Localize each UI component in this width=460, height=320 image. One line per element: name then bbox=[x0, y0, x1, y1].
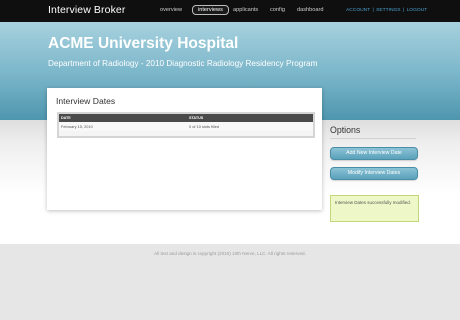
status-cell: 0 of 10 slots filled bbox=[187, 122, 313, 131]
success-notice: Interview Dates successfully modified. bbox=[330, 195, 419, 222]
account-separator: | bbox=[372, 8, 374, 13]
column-header-date: DATE bbox=[59, 114, 187, 122]
add-interview-date-button[interactable]: Add New Interview Date bbox=[330, 147, 418, 160]
account-link[interactable]: ACCOUNT bbox=[346, 8, 370, 13]
brand-logo[interactable]: Interview Broker bbox=[48, 4, 125, 16]
column-header-status: STATUS bbox=[187, 114, 313, 122]
footer: All text and design is copyright (2010) … bbox=[0, 244, 460, 320]
page-subtitle: Department of Radiology - 2010 Diagnosti… bbox=[48, 59, 318, 68]
panel-title: Interview Dates bbox=[56, 96, 116, 106]
table-header-row: DATE STATUS bbox=[59, 114, 313, 122]
nav-dashboard[interactable]: dashboard bbox=[297, 7, 323, 13]
nav-applicants[interactable]: applicants bbox=[233, 7, 258, 13]
settings-link[interactable]: SETTINGS bbox=[376, 8, 400, 13]
logout-link[interactable]: LOGOUT bbox=[407, 8, 428, 13]
top-navigation-bar: Interview Broker overview interviews app… bbox=[0, 0, 460, 22]
page-title: ACME University Hospital bbox=[48, 35, 239, 52]
nav-config[interactable]: config bbox=[270, 7, 285, 13]
nav-overview[interactable]: overview bbox=[160, 7, 182, 13]
interview-dates-panel: Interview Dates DATE STATUS February 15,… bbox=[47, 88, 322, 210]
date-cell[interactable]: February 15, 2010 bbox=[59, 122, 187, 131]
modify-interview-dates-button[interactable]: Modify Interview Dates bbox=[330, 167, 418, 180]
options-heading: Options bbox=[330, 125, 361, 135]
table-row[interactable]: February 15, 2010 0 of 10 slots filled bbox=[59, 122, 313, 131]
nav-interviews[interactable]: interviews bbox=[192, 5, 229, 15]
interview-dates-table: DATE STATUS February 15, 2010 0 of 10 sl… bbox=[57, 112, 315, 138]
options-divider bbox=[330, 138, 416, 139]
account-links: ACCOUNT | SETTINGS | LOGOUT bbox=[346, 8, 427, 13]
account-separator: | bbox=[402, 8, 405, 13]
copyright-text: All text and design is copyright (2010) … bbox=[154, 251, 306, 256]
